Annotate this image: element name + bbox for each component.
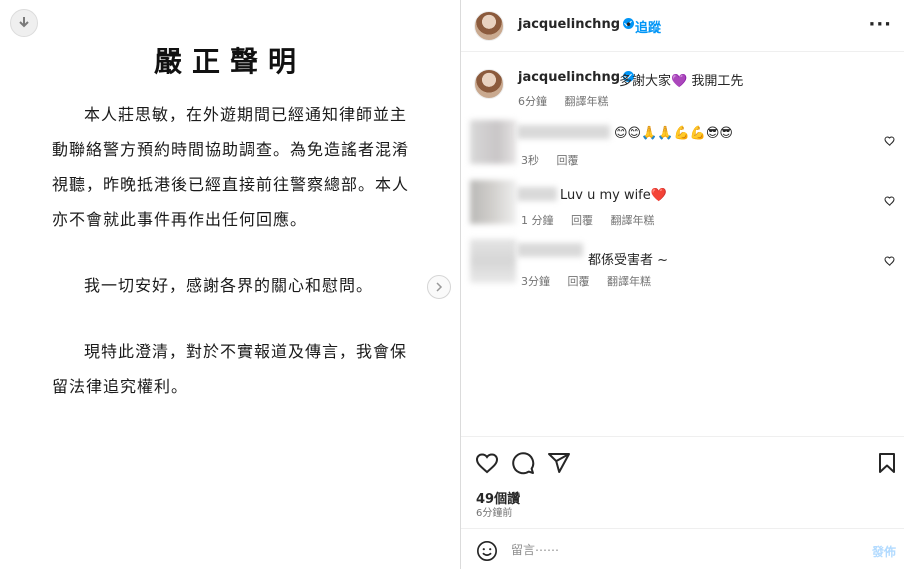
comment-icon[interactable]	[511, 451, 535, 475]
chevron-right-icon	[436, 282, 443, 292]
comment-input[interactable]	[511, 540, 841, 560]
comment-text: 都係受害者 ~	[588, 253, 669, 268]
heart-icon[interactable]	[884, 195, 896, 207]
next-image-button[interactable]	[427, 275, 451, 299]
comment-time: 3分鐘	[521, 275, 550, 288]
commenter-name[interactable]	[517, 243, 583, 257]
caption-meta: 6分鐘 翻譯年糕	[518, 93, 623, 109]
follow-button[interactable]: 追蹤	[635, 17, 661, 36]
post-panel: jacquelinchng • 追蹤 ··· jacquelinchng 多謝大…	[460, 0, 904, 569]
commenter-name[interactable]	[517, 125, 610, 139]
translate-link[interactable]: 翻譯年糕	[611, 214, 655, 227]
action-bar: 49個讚 6分鐘前 發佈	[461, 436, 904, 569]
bookmark-icon[interactable]	[875, 451, 899, 475]
avatar[interactable]	[470, 180, 516, 224]
statement-paragraph-2: 我一切安好，感謝各界的關心和慰問。	[84, 276, 374, 295]
separator-dot: •	[625, 18, 633, 32]
comment-time: 1 分鐘	[521, 214, 554, 227]
post-comment-button[interactable]: 發佈	[872, 543, 896, 560]
more-icon[interactable]: ···	[868, 14, 892, 35]
caption-time: 6分鐘	[518, 95, 547, 108]
statement-paragraph-1: 本人莊思敏，在外遊期間已經通知律師並主動聯絡警方預約時間協助調查。為免造謠者混淆…	[52, 105, 410, 229]
post-time: 6分鐘前	[476, 508, 513, 519]
reply-link[interactable]: 回覆	[571, 214, 593, 227]
download-button[interactable]	[10, 9, 38, 37]
share-icon[interactable]	[547, 451, 571, 475]
translate-link[interactable]: 翻譯年糕	[565, 95, 609, 108]
comment-time: 3秒	[521, 154, 539, 167]
caption-text: 多謝大家💜 我開工先	[619, 74, 744, 89]
heart-icon[interactable]	[884, 255, 896, 267]
reply-link[interactable]: 回覆	[568, 275, 590, 288]
comment-meta: 1 分鐘 回覆 翻譯年糕	[521, 212, 669, 228]
avatar[interactable]	[470, 239, 516, 283]
statement-paragraph-3: 現特此澄清，對於不實報道及傳言，我會保留法律追究權利。	[52, 342, 408, 396]
download-icon	[19, 17, 29, 28]
caption-username[interactable]: jacquelinchng	[518, 70, 635, 85]
avatar[interactable]	[470, 120, 516, 164]
header-username[interactable]: jacquelinchng	[518, 17, 635, 32]
heart-icon[interactable]	[884, 135, 896, 147]
heart-icon[interactable]	[475, 451, 499, 475]
avatar[interactable]	[474, 11, 504, 41]
comment-meta: 3秒 回覆	[521, 152, 593, 168]
translate-link[interactable]: 翻譯年糕	[607, 275, 651, 288]
comment-text: Luv u my wife❤️	[560, 188, 667, 203]
commenter-name[interactable]	[517, 187, 557, 201]
comment-bar: 發佈	[461, 528, 904, 569]
comment-meta: 3分鐘 回覆 翻譯年糕	[521, 273, 665, 289]
reply-link[interactable]: 回覆	[557, 154, 579, 167]
post-header: jacquelinchng • 追蹤 ···	[461, 0, 904, 52]
avatar[interactable]	[474, 69, 504, 99]
statement-title: 嚴正聲明	[153, 45, 306, 78]
comment-text: 😊😊🙏🙏💪💪😎😎	[614, 126, 733, 141]
emoji-icon[interactable]	[476, 540, 498, 562]
post-image: 嚴正聲明 本人莊思敏，在外遊期間已經通知律師並主動聯絡警方預約時間協助調查。為免…	[0, 0, 460, 569]
